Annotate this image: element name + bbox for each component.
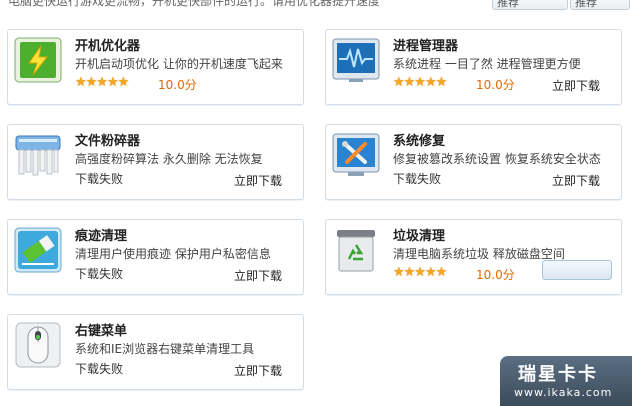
tool-card-junk-cleaner: 垃圾清理 清理电脑系统垃圾 释放磁盘空间 ★★★★★ 10.0分: [325, 219, 622, 295]
watermark-url: www.ikaka.com: [514, 386, 613, 399]
card-desc: 系统进程 一目了然 进程管理更方便: [393, 57, 581, 71]
shredder-icon: [13, 130, 63, 180]
rating-score: 10.0分: [476, 268, 515, 282]
rating-score: 10.0分: [476, 78, 515, 92]
card-desc: 修复被篡改系统设置 恢复系统安全状态: [393, 152, 601, 166]
tool-card-file-shredder: 文件粉碎器 高强度粉碎算法 永久删除 无法恢复 下载失败 立即下载: [7, 124, 304, 200]
banner-text: 电脑更快运行游戏更流畅，开机更快部件的运行。请用优化器提升速度: [8, 0, 381, 8]
download-button[interactable]: 立即下载: [234, 267, 282, 284]
download-status: 下载失败: [75, 172, 124, 186]
download-button[interactable]: 立即下载: [234, 362, 282, 379]
tool-card-boot-optimizer: 开机优化器 开机启动项优化 让你的开机速度飞起来 ★★★★★ 10.0分: [7, 29, 304, 105]
watermark-logo: 瑞星卡卡 www.ikaka.com: [500, 356, 632, 406]
tool-card-trace-cleaner: 痕迹清理 清理用户使用痕迹 保护用户私密信息 下载失败 立即下载: [7, 219, 304, 295]
tool-card-process-manager: 进程管理器 系统进程 一目了然 进程管理更方便 ★★★★★ 10.0分 立即下载: [325, 29, 622, 105]
repair-tools-icon: [331, 130, 381, 180]
download-button[interactable]: 立即下载: [234, 172, 282, 189]
card-desc: 清理电脑系统垃圾 释放磁盘空间: [393, 247, 565, 261]
rating-stars: ★★★★★: [75, 75, 129, 90]
card-desc: 清理用户使用痕迹 保护用户私密信息: [75, 247, 271, 261]
rating-stars: ★★★★★: [393, 265, 447, 280]
mouse-icon: [13, 320, 63, 370]
card-desc: 系统和IE浏览器右键菜单清理工具: [75, 342, 255, 356]
recommend-button[interactable]: 推荐: [492, 0, 568, 10]
card-desc: 高强度粉碎算法 永久删除 无法恢复: [75, 152, 263, 166]
watermark-title: 瑞星卡卡: [518, 364, 598, 385]
top-banner: 电脑更快运行游戏更流畅，开机更快部件的运行。请用优化器提升速度 推荐 推荐: [0, 0, 632, 13]
recommend-button-2[interactable]: 推荐: [570, 0, 630, 10]
card-title: 垃圾清理: [393, 229, 446, 244]
card-title: 痕迹清理: [75, 229, 128, 244]
download-status: 下载失败: [75, 267, 124, 281]
monitor-wave-icon: [331, 35, 381, 85]
rating-stars: ★★★★★: [393, 75, 447, 90]
download-button[interactable]: 立即下载: [552, 172, 600, 189]
download-status: 下载失败: [393, 172, 442, 186]
recycle-bin-icon: [331, 225, 381, 275]
card-title: 右键菜单: [75, 324, 128, 339]
rating-score: 10.0分: [158, 78, 197, 92]
card-title: 文件粉碎器: [75, 134, 141, 149]
card-desc: 开机启动项优化 让你的开机速度飞起来: [75, 57, 283, 71]
tool-card-context-menu: 右键菜单 系统和IE浏览器右键菜单清理工具 下载失败 立即下载: [7, 314, 304, 390]
download-button[interactable]: 立即下载: [552, 77, 600, 94]
download-status: 下载失败: [75, 362, 124, 376]
power-icon: [13, 35, 63, 85]
card-title: 开机优化器: [75, 39, 141, 54]
tool-card-system-repair: 系统修复 修复被篡改系统设置 恢复系统安全状态 下载失败 立即下载: [325, 124, 622, 200]
download-progress-bar[interactable]: [542, 260, 612, 280]
card-title: 系统修复: [393, 134, 446, 149]
card-title: 进程管理器: [393, 39, 459, 54]
eraser-icon: [13, 225, 63, 275]
